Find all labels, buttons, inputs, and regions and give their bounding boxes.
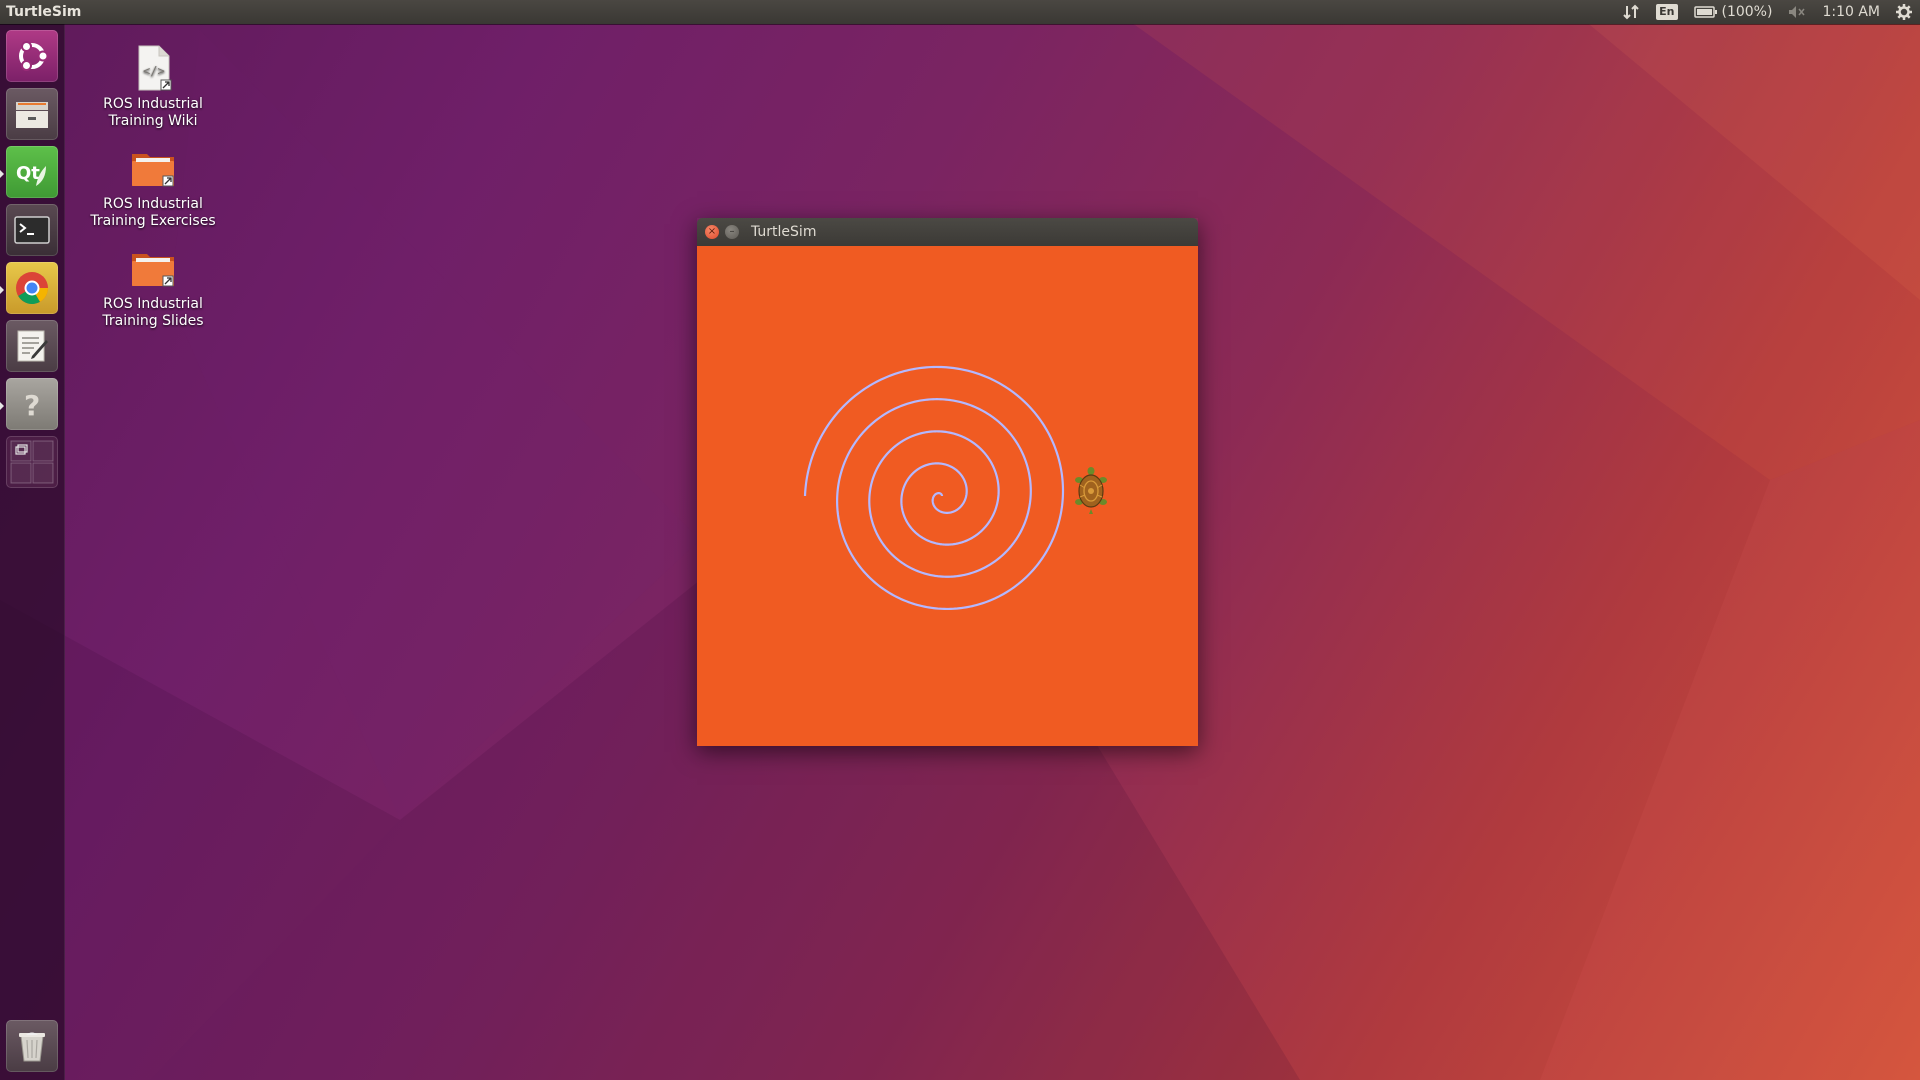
folder-icon xyxy=(129,144,177,192)
launcher-running-pip xyxy=(0,170,4,178)
launcher-files[interactable] xyxy=(6,88,58,140)
file-cabinet-icon xyxy=(16,102,48,128)
launcher: Qt ? xyxy=(0,24,65,1080)
desktop-icon-label-line1: ROS Industrial xyxy=(103,196,203,212)
window-minimize-button[interactable]: – xyxy=(725,225,739,239)
html-file-icon: </> xyxy=(129,44,177,92)
keyboard-indicator[interactable]: En xyxy=(1656,4,1678,20)
turtlesim-window[interactable]: × – TurtleSim xyxy=(697,218,1198,746)
launcher-qt-creator[interactable]: Qt xyxy=(6,146,58,198)
launcher-ubuntu-dash[interactable] xyxy=(6,30,58,82)
desktop-icon-label-line2: Training Exercises xyxy=(90,213,216,229)
trash-icon xyxy=(19,1032,45,1062)
svg-text:?: ? xyxy=(24,389,40,422)
launcher-trash[interactable] xyxy=(6,1020,58,1072)
desktop-icon-training-exercises[interactable]: ROS Industrial Training Exercises xyxy=(83,144,223,230)
launcher-terminal[interactable] xyxy=(6,204,58,256)
ubuntu-logo-icon xyxy=(19,41,49,71)
window-titlebar[interactable]: × – TurtleSim xyxy=(697,218,1198,246)
desktop-icon-training-wiki[interactable]: </> ROS Industrial Training Wiki xyxy=(83,44,223,130)
workspace-switcher-icon xyxy=(10,440,54,484)
indicator-area: En (100%) 1:10 AM xyxy=(1622,4,1920,20)
turtle-canvas xyxy=(697,246,1198,746)
text-editor-icon xyxy=(17,330,48,362)
launcher-text-editor[interactable] xyxy=(6,320,58,372)
desktop-icon-label-line1: ROS Industrial xyxy=(103,96,203,112)
active-app-title: TurtleSim xyxy=(6,4,82,20)
svg-text:Qt: Qt xyxy=(16,163,40,184)
turtle-trail xyxy=(803,365,1065,611)
system-menu[interactable] xyxy=(1896,4,1912,20)
top-panel: TurtleSim En (100%) 1:10 AM xyxy=(0,0,1920,24)
desktop-icon-training-slides[interactable]: ROS Industrial Training Slides xyxy=(83,244,223,330)
gear-icon xyxy=(1896,4,1912,20)
desktop-icon-label-line2: Training Wiki xyxy=(108,113,198,129)
battery-icon xyxy=(1693,6,1717,18)
close-icon: × xyxy=(707,226,717,237)
network-arrows-icon xyxy=(1623,4,1639,20)
launcher-workspace-switcher[interactable] xyxy=(6,436,58,488)
battery-indicator[interactable]: (100%) xyxy=(1693,4,1773,20)
qt-logo-icon: Qt xyxy=(16,163,46,186)
launcher-running-pip xyxy=(0,286,4,294)
chrome-icon xyxy=(16,272,49,305)
folder-icon xyxy=(129,244,177,292)
window-title: TurtleSim xyxy=(751,224,817,240)
svg-text:</>: </> xyxy=(143,64,165,78)
launcher-help[interactable]: ? xyxy=(6,378,58,430)
launcher-chrome[interactable] xyxy=(6,262,58,314)
desktop-icon-label-line1: ROS Industrial xyxy=(103,296,203,312)
window-close-button[interactable]: × xyxy=(705,225,719,239)
clock[interactable]: 1:10 AM xyxy=(1822,4,1880,20)
minimize-icon: – xyxy=(729,226,735,237)
desktop-icon-label-line2: Training Slides xyxy=(102,313,204,329)
network-indicator[interactable] xyxy=(1622,4,1640,20)
speaker-muted-icon xyxy=(1789,6,1806,18)
sound-indicator[interactable] xyxy=(1788,5,1806,19)
keyboard-layout-label: En xyxy=(1656,4,1678,20)
turtle-canvas-svg xyxy=(803,365,1107,611)
help-icon: ? xyxy=(24,389,40,422)
battery-percent: (100%) xyxy=(1721,4,1773,20)
launcher-running-pip xyxy=(0,402,4,410)
terminal-icon xyxy=(14,216,50,244)
turtle-icon xyxy=(1075,467,1107,514)
